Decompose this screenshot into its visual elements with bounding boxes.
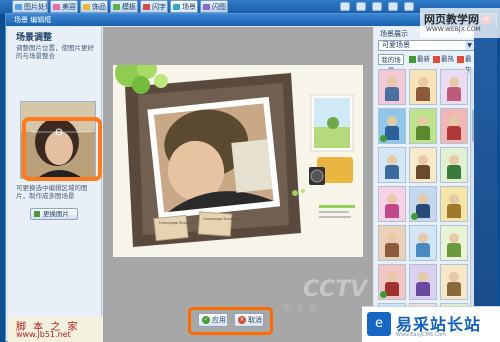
tab-hottest[interactable]: 最热 (432, 54, 454, 65)
window-title: 场景 编辑框 (14, 16, 52, 24)
scene-category-select[interactable]: 可爱场景 ▼ (378, 40, 475, 51)
beauty-icon (53, 4, 60, 10)
flash-image-icon (203, 4, 210, 10)
new-icon (409, 56, 416, 63)
scene-canvas: Homepage Shortcut Homepage Shortcut CCTV… (103, 27, 373, 342)
replace-image-button[interactable]: 更换图片 (30, 208, 78, 220)
note-label-2: Homepage Shortcut (203, 217, 239, 221)
preview-highlight (22, 117, 102, 181)
scene-thumbnail[interactable] (440, 225, 468, 261)
adjust-heading: 场景调整 (16, 33, 53, 43)
picture-icon (34, 211, 40, 217)
scene-thumbnail[interactable] (440, 69, 468, 105)
note-label-1: Homepage Shortcut (159, 221, 195, 225)
template-icon (113, 4, 120, 10)
scene-thumbnail[interactable] (378, 69, 406, 105)
cancel-icon: × (238, 316, 246, 324)
scene-thumbnail[interactable] (409, 108, 437, 144)
easycms-logo: e 易采站长站 Www.EasyCMS.Com (362, 306, 500, 342)
webjx-url: WWW.WEBJX.COM (426, 26, 481, 33)
tab-my-scenes[interactable]: 我的场景 (378, 54, 404, 75)
scene-thumbnail[interactable] (440, 186, 468, 222)
open-icon[interactable] (338, 0, 352, 13)
chevron-down-icon: ▼ (465, 41, 474, 50)
save-icon[interactable] (354, 0, 368, 13)
scene-thumbnail[interactable] (409, 225, 437, 261)
jb51-url: www.Jb51.net (16, 330, 71, 339)
scene-thumbnail[interactable] (409, 69, 437, 105)
tab-hottest-2[interactable]: 最热 (456, 54, 476, 74)
gallery-heading: 场景展示 (380, 30, 408, 38)
logo-mark: e (367, 312, 391, 336)
logo-url: Www.EasyCMS.Com (396, 332, 447, 338)
replace-tip: 可更换选中编辑区域的图片，制作成多图场景 (16, 184, 88, 200)
jb51-watermark: 脚 本 之 家 www.Jb51.net (8, 317, 103, 342)
scene-editor-window: 场景 编辑框 × 场景调整 调整图片位置，使图片更好的与场景整合 可更换选中编辑… (5, 13, 497, 342)
tab-flash-text[interactable]: 闪字 (140, 0, 168, 13)
cctv-watermark: CCTV (303, 277, 368, 302)
undo-icon[interactable] (386, 0, 400, 13)
image-icon (15, 4, 22, 10)
scene-thumbnail[interactable] (440, 264, 468, 300)
webjx-watermark: 网页教学网 WWW.WEBJX.COM (420, 8, 500, 38)
adjust-panel: 场景调整 调整图片位置，使图片更好的与场景整合 可更换选中编辑区域的图片，制作成… (8, 27, 103, 342)
hot-icon (457, 56, 464, 63)
scene-thumbnail[interactable] (378, 186, 406, 222)
accessory-icon (83, 4, 90, 10)
tab-image-processing[interactable]: 图片处理 (12, 0, 48, 13)
apply-button[interactable]: ✓ 应用 (198, 313, 228, 327)
webjx-title: 网页教学网 (424, 13, 479, 26)
hot-icon (433, 56, 440, 63)
tab-scene[interactable]: 场景 (170, 0, 198, 13)
scene-thumbnail[interactable] (409, 186, 437, 222)
print-icon[interactable] (370, 0, 384, 13)
redo-icon[interactable] (402, 0, 416, 13)
scene-artwork[interactable]: Homepage Shortcut Homepage Shortcut (113, 59, 363, 257)
scene-thumbnail-grid (378, 69, 468, 342)
scene-icon (173, 4, 180, 10)
scene-thumbnail[interactable] (378, 225, 406, 261)
app-root: 图片处理 美容 饰品 模板 闪字 场景 闪图 场景 编辑框 × 场景调整 调整图… (0, 0, 500, 342)
scene-gallery-panel: 场景展示 可爱场景▼ 我的场景 最新 最热 最热 (374, 27, 479, 342)
tab-flash-image[interactable]: 闪图 (200, 0, 228, 13)
tab-accessories[interactable]: 饰品 (80, 0, 108, 13)
adjust-description: 调整图片位置，使图片更好的与场景整合 (16, 44, 94, 60)
scene-thumbnail[interactable] (409, 264, 437, 300)
check-icon: ✓ (202, 316, 210, 324)
tab-newest[interactable]: 最新 (408, 54, 430, 65)
scene-thumbnail[interactable] (378, 108, 406, 144)
scene-thumbnail[interactable] (440, 147, 468, 183)
flash-text-icon (143, 4, 150, 10)
tab-templates[interactable]: 模板 (110, 0, 138, 13)
side-strip (474, 26, 497, 342)
scene-thumbnail[interactable] (409, 147, 437, 183)
scene-thumbnail[interactable] (440, 108, 468, 144)
cancel-button[interactable]: × 取消 (234, 313, 264, 327)
cctv-watermark-sub: 专 业 的 (283, 304, 319, 312)
scene-thumbnail[interactable] (378, 264, 406, 300)
tab-beauty[interactable]: 美容 (50, 0, 78, 13)
scene-thumbnail[interactable] (378, 147, 406, 183)
scene-illustration (113, 59, 363, 257)
